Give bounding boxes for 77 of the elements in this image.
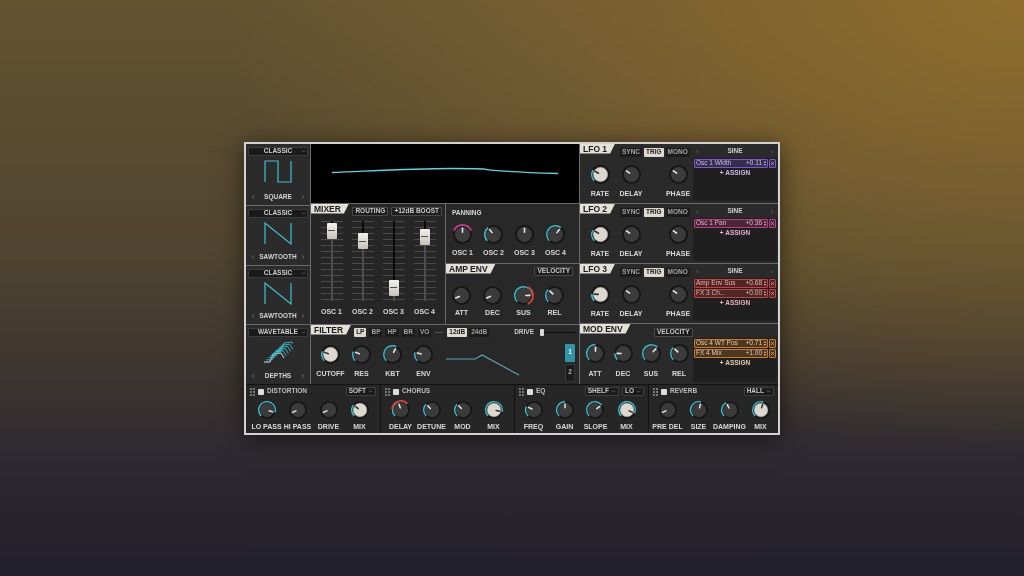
sawtooth-wave-icon xyxy=(264,221,292,245)
knob[interactable] xyxy=(688,399,709,420)
fader-track[interactable] xyxy=(419,220,430,301)
knob[interactable] xyxy=(668,342,690,364)
section-title: FILTER xyxy=(311,324,352,335)
knob[interactable] xyxy=(256,399,277,420)
remove-button[interactable] xyxy=(769,158,776,168)
knob[interactable] xyxy=(585,399,606,420)
caret-icon xyxy=(301,329,306,335)
drive-slider-thumb[interactable] xyxy=(540,328,545,336)
knob[interactable] xyxy=(320,343,341,365)
knob[interactable] xyxy=(349,399,370,420)
caret-icon xyxy=(368,389,373,394)
caret-icon xyxy=(636,389,641,394)
checkbox[interactable] xyxy=(393,388,399,395)
section-title: LFO 3 xyxy=(580,263,616,274)
section-title: MOD ENV xyxy=(580,323,631,334)
section-title: AMP ENV xyxy=(446,263,496,274)
close-icon xyxy=(770,350,775,356)
fader-thumb[interactable] xyxy=(357,233,368,250)
checkbox[interactable] xyxy=(527,388,533,395)
fader-thumb[interactable] xyxy=(388,279,399,296)
drive-slider[interactable] xyxy=(539,328,575,336)
section-title: LFO 1 xyxy=(580,143,616,154)
section-title: LFO 2 xyxy=(580,203,616,214)
fader-thumb[interactable] xyxy=(326,222,337,239)
knob[interactable] xyxy=(523,399,544,420)
knob[interactable] xyxy=(544,284,565,306)
knob[interactable] xyxy=(589,283,611,305)
sawtooth-wave-icon xyxy=(264,281,292,305)
close-icon xyxy=(770,160,775,166)
remove-button[interactable] xyxy=(769,348,776,358)
fader-track[interactable] xyxy=(357,220,368,301)
remove-button[interactable] xyxy=(769,218,776,228)
checkbox[interactable] xyxy=(661,388,667,395)
knob[interactable] xyxy=(589,163,611,185)
caret-icon xyxy=(301,148,306,154)
close-icon xyxy=(770,340,775,346)
fader-track[interactable] xyxy=(388,220,399,301)
section-title: MIXER xyxy=(311,203,349,214)
close-icon xyxy=(770,220,775,226)
knob[interactable] xyxy=(483,224,504,245)
grip-icon[interactable] xyxy=(653,387,658,396)
fader-track[interactable] xyxy=(326,220,337,301)
fader-thumb[interactable] xyxy=(419,228,430,245)
knob[interactable] xyxy=(421,399,442,420)
remove-button[interactable] xyxy=(769,338,776,348)
knob[interactable] xyxy=(750,399,771,420)
knob[interactable] xyxy=(589,223,611,245)
wavetable-icon xyxy=(263,340,293,364)
knob[interactable] xyxy=(483,399,504,420)
knob[interactable] xyxy=(584,342,606,364)
knob[interactable] xyxy=(719,399,740,420)
knob[interactable] xyxy=(545,224,566,245)
grip-icon[interactable] xyxy=(250,387,255,396)
knob[interactable] xyxy=(351,343,372,365)
square-wave-icon xyxy=(264,159,292,183)
caret-icon xyxy=(301,270,306,276)
knob[interactable] xyxy=(452,399,473,420)
knob[interactable] xyxy=(382,343,403,365)
checkbox[interactable] xyxy=(258,388,264,395)
knob[interactable] xyxy=(640,342,662,364)
knob[interactable] xyxy=(554,399,575,420)
close-icon xyxy=(770,290,775,296)
grip-icon[interactable] xyxy=(385,387,390,396)
knob[interactable] xyxy=(390,399,411,420)
remove-button[interactable] xyxy=(769,288,776,298)
knob[interactable] xyxy=(612,342,634,364)
knob[interactable] xyxy=(616,399,637,420)
close-icon xyxy=(770,280,775,286)
caret-icon xyxy=(610,389,616,394)
knob[interactable] xyxy=(413,343,434,365)
caret-icon xyxy=(301,210,306,216)
remove-button[interactable] xyxy=(769,278,776,288)
grip-icon[interactable] xyxy=(519,387,524,396)
caret-icon xyxy=(766,389,771,394)
knob[interactable] xyxy=(513,284,534,306)
